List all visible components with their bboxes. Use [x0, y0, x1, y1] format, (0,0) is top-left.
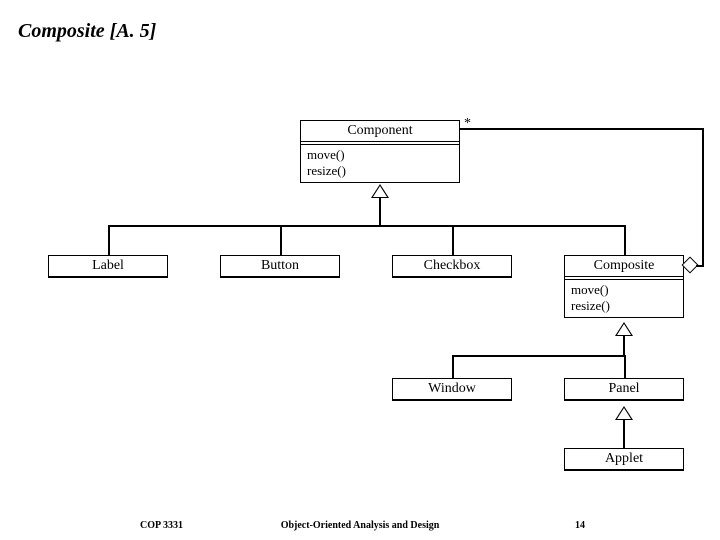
class-composite-ops: move() resize() [565, 280, 683, 317]
connector [108, 225, 110, 255]
gen-arrow-panel [615, 406, 633, 420]
class-window: Window [392, 378, 512, 401]
class-composite-name: Composite [565, 256, 683, 276]
class-applet: Applet [564, 448, 684, 471]
connector [379, 198, 381, 225]
class-label-name: Label [49, 256, 167, 276]
page-title: Composite [A. 5] [18, 20, 156, 43]
connector [452, 225, 454, 255]
connector [624, 355, 626, 378]
slide: Composite [A. 5] Component move() resize… [0, 0, 720, 540]
op: move() [571, 282, 677, 298]
class-component-name: Component [301, 121, 459, 141]
class-composite: Composite move() resize() [564, 255, 684, 318]
class-panel-name: Panel [565, 379, 683, 399]
class-button-name: Button [221, 256, 339, 276]
gen-arrow-composite [615, 322, 633, 336]
connector [624, 225, 626, 255]
footer-center: Object-Oriented Analysis and Design [0, 520, 720, 531]
connector [280, 225, 282, 255]
connector [452, 355, 626, 357]
connector [623, 420, 625, 448]
gen-arrow-component [371, 184, 389, 198]
class-button: Button [220, 255, 340, 278]
connector [623, 336, 625, 355]
footer-right: 14 [575, 520, 585, 531]
class-component: Component move() resize() [300, 120, 460, 183]
op: resize() [571, 298, 677, 314]
op: move() [307, 147, 453, 163]
op: resize() [307, 163, 453, 179]
class-applet-name: Applet [565, 449, 683, 469]
class-checkbox: Checkbox [392, 255, 512, 278]
class-panel: Panel [564, 378, 684, 401]
connector [702, 128, 704, 267]
class-checkbox-name: Checkbox [393, 256, 511, 276]
class-label: Label [48, 255, 168, 278]
connector [460, 128, 704, 130]
connector [108, 225, 624, 227]
class-component-ops: move() resize() [301, 145, 459, 182]
class-window-name: Window [393, 379, 511, 399]
connector [452, 355, 454, 378]
